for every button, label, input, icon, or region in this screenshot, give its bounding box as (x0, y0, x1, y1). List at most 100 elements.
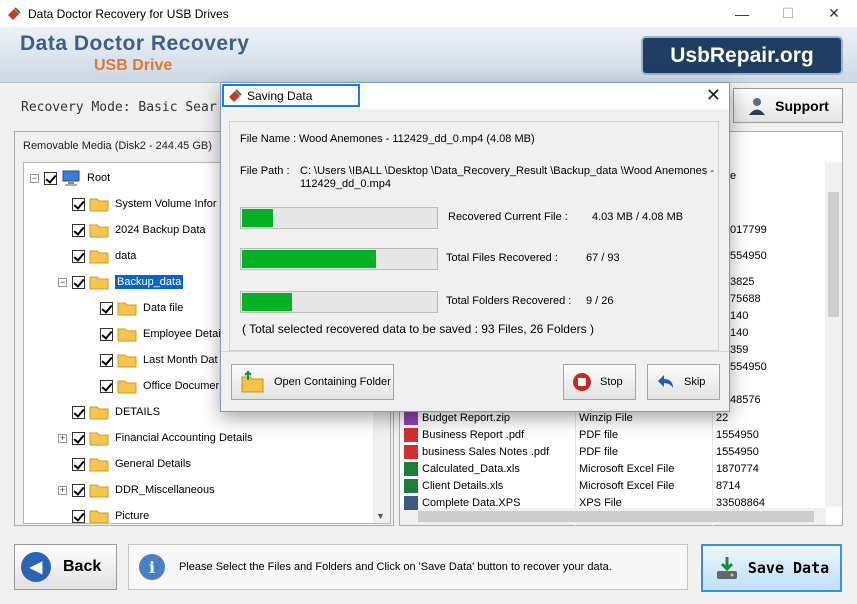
progress-bar (240, 248, 438, 270)
file-size-cell: 75688 (730, 293, 761, 305)
dialog-close-button[interactable]: ✕ (706, 85, 721, 106)
folder-icon (89, 510, 109, 523)
tree-checkbox[interactable] (72, 509, 85, 523)
progress-value: 67 / 93 (586, 252, 620, 264)
file-name-label: File Name : (240, 133, 297, 145)
xls-file-icon (404, 461, 418, 476)
tree-item[interactable]: + DDR_Miscellaneous (58, 479, 215, 501)
computer-icon (62, 170, 80, 186)
tree-item[interactable]: 2024 Backup Data (58, 219, 206, 241)
save-data-button[interactable]: Save Data (701, 544, 842, 592)
expand-icon[interactable]: + (58, 433, 67, 443)
folder-icon (89, 458, 109, 472)
tree-checkbox[interactable] (72, 405, 85, 419)
tree-checkbox[interactable] (100, 379, 113, 393)
file-type-cell: Microsoft Excel File (579, 479, 675, 492)
tree-item-label: System Volume Infor (115, 198, 217, 210)
file-type-cell: PDF file (579, 428, 619, 441)
skip-arrow-icon (658, 375, 673, 388)
back-button[interactable]: ◀ Back (14, 544, 117, 590)
tree-item-label: DDR_Miscellaneous (115, 484, 215, 496)
tree-item[interactable]: Data file (86, 297, 183, 319)
open-containing-folder-button[interactable]: Open Containing Folder (231, 364, 394, 400)
save-data-label: Save Data (747, 559, 830, 577)
tree-checkbox[interactable] (72, 197, 85, 211)
tree-item[interactable]: DETAILS (58, 401, 160, 423)
tree-item[interactable]: Employee Detai (86, 323, 221, 345)
info-message-box: i Please Select the Files and Folders an… (128, 544, 688, 590)
tree-item-label: Office Documer (143, 380, 220, 392)
stop-label: Stop (600, 376, 623, 388)
zip-file-icon (404, 410, 418, 425)
tree-item-label: Root (87, 172, 111, 184)
file-row[interactable]: Business Report .pdf PDF file 1554950 (404, 426, 816, 443)
tree-checkbox[interactable] (100, 327, 113, 341)
tree-item[interactable]: System Volume Infor (58, 193, 217, 215)
tree-checkbox[interactable] (44, 171, 57, 185)
skip-button[interactable]: Skip (647, 364, 720, 400)
expand-icon[interactable]: + (58, 485, 67, 495)
file-row[interactable]: business Sales Notes .pdf PDF file 1554950 (404, 443, 816, 460)
bottom-bar: ◀ Back i Please Select the Files and Fol… (0, 536, 857, 604)
tree-checkbox[interactable] (72, 457, 85, 471)
file-type-cell: PDF file (579, 445, 619, 458)
tree-item-label: DETAILS (115, 406, 161, 418)
collapse-icon[interactable]: − (30, 173, 39, 183)
tree-checkbox[interactable] (72, 249, 85, 263)
minimize-button[interactable]: — (719, 0, 765, 27)
stop-button[interactable]: Stop (563, 364, 636, 400)
file-size-cell: 1870774 (716, 462, 759, 475)
open-folder-label: Open Containing Folder (274, 376, 391, 388)
collapse-icon[interactable]: − (58, 277, 67, 287)
progress-fill (242, 209, 273, 227)
support-person-icon (749, 97, 766, 115)
file-type-cell: XPS File (579, 496, 622, 509)
window-title: Data Doctor Recovery for USB Drives (28, 6, 229, 21)
info-message: Please Select the Files and Folders and … (179, 561, 612, 573)
maximize-button[interactable]: ☐ (765, 0, 811, 27)
scroll-down-icon[interactable]: ▼ (376, 511, 385, 521)
file-size-cell: e (730, 170, 737, 182)
site-badge[interactable]: UsbRepair.org (641, 36, 843, 75)
tree-item-label: 2024 Backup Data (115, 224, 206, 236)
file-name-text: Complete Data.XPS (422, 496, 521, 509)
tree-item[interactable]: Last Month Dat (86, 349, 218, 371)
tree-checkbox[interactable] (72, 431, 85, 445)
progress-label: Total Files Recovered : (446, 252, 558, 264)
tree-checkbox[interactable] (72, 483, 85, 497)
folder-icon (117, 354, 137, 368)
tree-item[interactable]: Office Documer (86, 375, 219, 397)
folder-icon (89, 198, 109, 212)
tree-checkbox[interactable] (100, 301, 113, 315)
tree-item[interactable]: − Backup_data (58, 271, 184, 293)
tree-item[interactable]: − Root (30, 167, 110, 189)
file-row[interactable]: Calculated_Data.xls Microsoft Excel File 1… (404, 460, 816, 477)
file-row[interactable]: Client Details.xls Microsoft Excel File 87… (404, 477, 816, 494)
file-name-text: Business Report .pdf (422, 428, 525, 441)
tree-item[interactable]: data (58, 245, 136, 267)
progress-fill (242, 293, 292, 311)
folder-icon (117, 380, 137, 394)
tree-item-label: Data file (143, 302, 184, 314)
file-size-cell: 33508864 (716, 496, 765, 509)
file-name-cell: Client Details.xls (404, 478, 579, 493)
file-list-vscrollbar[interactable] (825, 162, 842, 507)
tree-checkbox[interactable] (72, 275, 85, 289)
info-icon: i (139, 554, 165, 580)
removable-media-label: Removable Media (Disk2 - 244.45 GB) (23, 140, 212, 152)
file-name-text: Client Details.xls (422, 479, 504, 492)
tree-item-label: Backup_data (115, 275, 184, 289)
pdf-file-icon (404, 427, 418, 442)
tree-checkbox[interactable] (100, 353, 113, 367)
tree-item[interactable]: Picture (58, 505, 149, 523)
tree-item[interactable]: + Financial Accounting Details (58, 427, 253, 449)
tree-checkbox[interactable] (72, 223, 85, 237)
open-folder-icon (241, 370, 264, 393)
close-button[interactable]: ✕ (811, 0, 857, 27)
support-button[interactable]: Support (733, 88, 843, 123)
file-size-cell: 017799 (730, 224, 767, 236)
file-row[interactable]: Complete Data.XPS XPS File 33508864 (404, 494, 816, 511)
tree-item[interactable]: General Details (58, 453, 191, 475)
dialog-progress-area: File Name : Wood Anemones - 112429_dd_0.… (229, 121, 719, 351)
progress-value: 9 / 26 (586, 295, 614, 307)
